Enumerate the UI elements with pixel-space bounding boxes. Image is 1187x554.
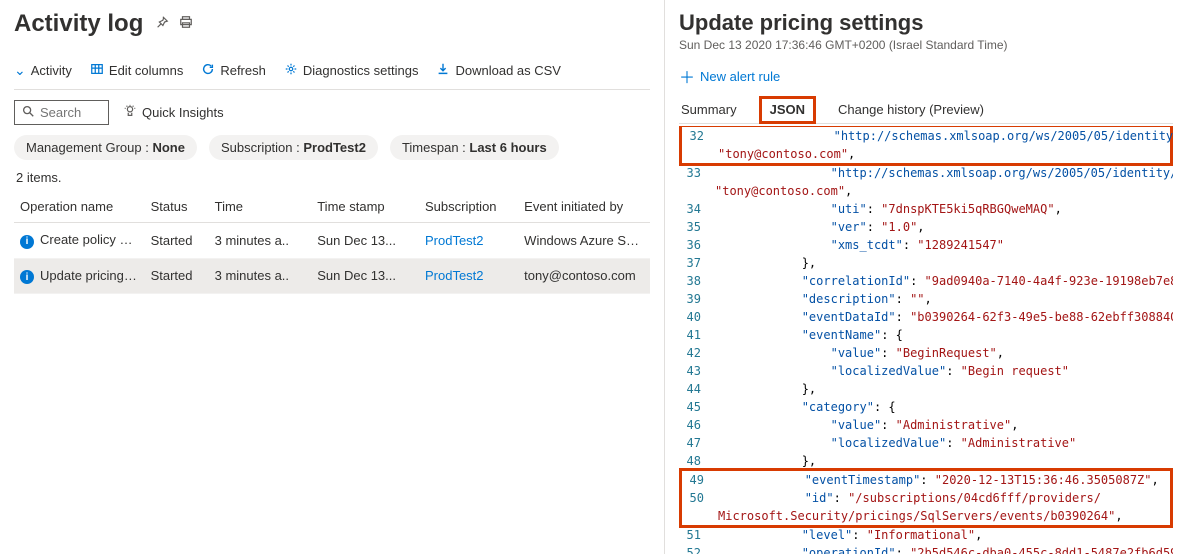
refresh-button[interactable]: Refresh [201,62,266,79]
cell-operation: iCreate policy assignment [14,223,145,259]
activity-table: Operation name Status Time Time stamp Su… [14,191,650,294]
col-event-by[interactable]: Event initiated by [518,191,650,223]
json-line: 51 "level": "Informational", [679,526,1173,544]
activity-dropdown[interactable]: ⌄ Activity [14,62,72,79]
json-line: 50 "id": "/subscriptions/04cd6fff/provid… [682,489,1170,507]
json-line: 37 }, [679,254,1173,272]
print-icon[interactable] [179,15,193,33]
json-line: 52 "operationId": "2b5d546c-dba0-455c-8d… [679,544,1173,554]
cell-time: 3 minutes a.. [209,223,312,259]
search-input[interactable] [40,105,98,120]
gear-icon [284,62,298,79]
edit-columns-label: Edit columns [109,63,183,78]
tab-change-history[interactable]: Change history (Preview) [836,96,986,123]
cell-status: Started [145,223,209,259]
highlight-box: 32 "http://schemas.xmlsoap.org/ws/2005/0… [679,126,1173,166]
new-alert-button[interactable]: ＋ New alert rule [679,64,1173,88]
filter-value: None [152,140,185,155]
download-csv-button[interactable]: Download as CSV [436,62,561,79]
filter-management-group[interactable]: Management Group : None [14,135,197,160]
refresh-label: Refresh [220,63,266,78]
page-title-row: Activity log [14,10,650,38]
col-time[interactable]: Time [209,191,312,223]
search-box[interactable] [14,100,109,125]
cell-status: Started [145,258,209,294]
tabs: Summary JSON Change history (Preview) [679,96,1173,124]
info-icon: i [20,235,34,249]
columns-icon [90,62,104,79]
json-line: 49 "eventTimestamp": "2020-12-13T15:36:4… [682,471,1170,489]
json-line: 46 "value": "Administrative", [679,416,1173,434]
diagnostics-label: Diagnostics settings [303,63,419,78]
quick-insights-label: Quick Insights [142,105,224,120]
activity-label: Activity [31,63,72,78]
plus-icon: ＋ [679,64,695,88]
tab-json[interactable]: JSON [759,96,816,124]
json-line: 42 "value": "BeginRequest", [679,344,1173,362]
json-viewer[interactable]: 32 "http://schemas.xmlsoap.org/ws/2005/0… [679,126,1173,554]
table-row[interactable]: iCreate policy assignmentStarted3 minute… [14,223,650,259]
filter-value: Last 6 hours [469,140,546,155]
json-line: 44 }, [679,380,1173,398]
insights-icon [123,104,137,121]
detail-title: Update pricing settings [679,10,1173,36]
detail-subtitle: Sun Dec 13 2020 17:36:46 GMT+0200 (Israe… [679,38,1173,52]
toolbar: ⌄ Activity Edit columns Refresh Diagnost… [14,56,650,90]
filter-timespan[interactable]: Timespan : Last 6 hours [390,135,559,160]
json-line: 45 "category": { [679,398,1173,416]
pin-icon[interactable] [155,15,169,33]
activity-log-pane: Activity log ⌄ Activity Edit columns Ref… [0,0,665,554]
cell-timestamp: Sun Dec 13... [311,223,419,259]
chevron-down-icon: ⌄ [14,62,26,79]
diagnostics-button[interactable]: Diagnostics settings [284,62,419,79]
table-row[interactable]: iUpdate pricing settingsStarted3 minutes… [14,258,650,294]
json-line: 36 "xms_tcdt": "1289241547" [679,236,1173,254]
col-subscription[interactable]: Subscription [419,191,518,223]
filter-pills: Management Group : None Subscription : P… [14,135,650,160]
cell-time: 3 minutes a.. [209,258,312,294]
page-title: Activity log [14,10,143,38]
new-alert-label: New alert rule [700,69,780,84]
col-timestamp[interactable]: Time stamp [311,191,419,223]
json-line: 39 "description": "", [679,290,1173,308]
cell-operation: iUpdate pricing settings [14,258,145,294]
filter-label: Timespan : [402,140,469,155]
edit-columns-button[interactable]: Edit columns [90,62,183,79]
items-count: 2 items. [16,170,650,185]
info-icon: i [20,270,34,284]
download-label: Download as CSV [455,63,561,78]
filter-value: ProdTest2 [303,140,366,155]
json-line: 40 "eventDataId": "b0390264-62f3-49e5-be… [679,308,1173,326]
json-line: 48 }, [679,452,1173,470]
json-line: 38 "correlationId": "9ad0940a-7140-4a4f-… [679,272,1173,290]
cell-subscription: ProdTest2 [419,223,518,259]
quick-insights-button[interactable]: Quick Insights [123,104,224,121]
refresh-icon [201,62,215,79]
json-line: 43 "localizedValue": "Begin request" [679,362,1173,380]
json-line: Microsoft.Security/pricings/SqlServers/e… [682,507,1170,525]
search-row: Quick Insights [14,100,650,125]
tab-summary[interactable]: Summary [679,96,739,123]
json-line: 41 "eventName": { [679,326,1173,344]
json-line: 32 "http://schemas.xmlsoap.org/ws/2005/0… [682,127,1170,145]
search-icon [21,104,35,121]
json-line: "tony@contoso.com", [679,182,1173,200]
filter-label: Subscription : [221,140,303,155]
json-line: 33 "http://schemas.xmlsoap.org/ws/2005/0… [679,164,1173,182]
col-status[interactable]: Status [145,191,209,223]
cell-event-by: Windows Azure Securi.. [518,223,650,259]
highlight-box: 49 "eventTimestamp": "2020-12-13T15:36:4… [679,468,1173,528]
json-line: 34 "uti": "7dnspKTE5ki5qRBGQweMAQ", [679,200,1173,218]
download-icon [436,62,450,79]
filter-label: Management Group : [26,140,152,155]
cell-timestamp: Sun Dec 13... [311,258,419,294]
filter-subscription[interactable]: Subscription : ProdTest2 [209,135,378,160]
detail-pane: Update pricing settings Sun Dec 13 2020 … [665,0,1187,554]
col-operation[interactable]: Operation name [14,191,145,223]
json-line: 47 "localizedValue": "Administrative" [679,434,1173,452]
cell-subscription: ProdTest2 [419,258,518,294]
cell-event-by: tony@contoso.com [518,258,650,294]
json-line: 35 "ver": "1.0", [679,218,1173,236]
json-line: "tony@contoso.com", [682,145,1170,163]
